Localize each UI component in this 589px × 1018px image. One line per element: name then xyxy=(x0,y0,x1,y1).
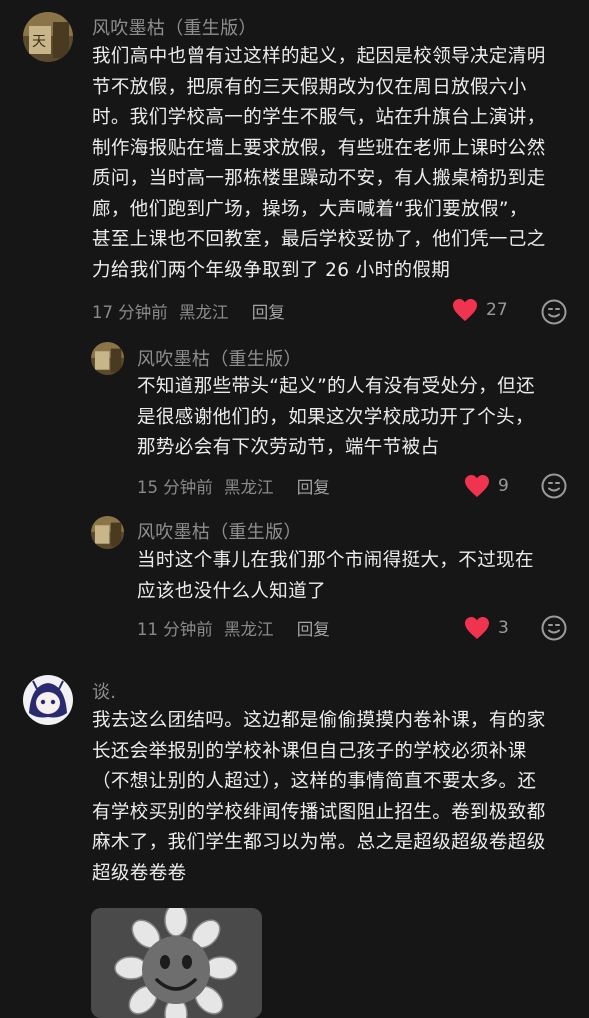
comment-line: 应该也没什么人知道了 xyxy=(137,580,327,602)
avatar[interactable] xyxy=(23,675,73,725)
username[interactable]: 谈. xyxy=(92,678,116,704)
comment-text: 我去这么团结吗。这边都是偷偷摸摸内卷补课，有的家 长还会举报别的学校补课但自己孩… xyxy=(92,706,546,889)
location: 黑龙江 xyxy=(224,478,274,497)
comment-line: 时。我们学校高一的学生不服气，站在升旗台上演讲， xyxy=(92,107,546,128)
heart-icon xyxy=(453,299,477,321)
emoji-reaction-button[interactable] xyxy=(541,615,567,641)
comment-line: 是很感谢他们的，如果这次学校成功开了个头， xyxy=(137,406,534,428)
comment-line: 力给我们两个年级争取到了 26 小时的假期 xyxy=(92,259,451,281)
like-count: 27 xyxy=(486,300,508,320)
comment-line: 质问，当时高一那栋楼里躁动不安，有人搬桌椅扔到走 xyxy=(92,168,546,189)
emoji-reaction-icon xyxy=(541,615,567,641)
location: 黑龙江 xyxy=(224,620,274,639)
reply-button[interactable]: 回复 xyxy=(297,478,330,497)
timestamp: 17 分钟前 xyxy=(92,303,168,322)
emoji-reaction-icon xyxy=(541,299,567,325)
heart-icon xyxy=(465,617,489,639)
comment-meta: 17 分钟前 黑龙江 回复 xyxy=(92,299,291,323)
comment-line: 廊，他们跑到广场，操场，大声喊着“我们要放假”， xyxy=(92,198,528,220)
comment-line: 长还会举报别的学校补课但自己孩子的学校必须补课 xyxy=(92,740,527,762)
comment-line: 当时这个事儿在我们那个市闹得挺大，不过现在 xyxy=(137,550,534,571)
reply-button[interactable]: 回复 xyxy=(297,620,330,639)
location: 黑龙江 xyxy=(179,303,229,322)
avatar[interactable] xyxy=(91,516,124,549)
avatar[interactable]: 天 xyxy=(23,12,73,62)
comment-line: 有学校买别的学校绯闻传播试图阻止招生。卷到极致都 xyxy=(92,801,546,823)
username[interactable]: 风吹墨枯（重生版） xyxy=(92,14,257,40)
timestamp: 11 分钟前 xyxy=(137,620,213,639)
comment-text: 我们高中也曾有过这样的起义，起因是校领导决定清明 节不放假，把原有的三天假期改为… xyxy=(92,42,546,286)
like-count: 3 xyxy=(498,618,509,638)
like-button[interactable]: 9 xyxy=(464,474,509,498)
comment-text: 当时这个事儿在我们那个市闹得挺大，不过现在 应该也没什么人知道了 xyxy=(137,546,534,607)
heart-icon xyxy=(465,475,489,497)
comment-line: 麻木了，我们学生都习以为常。总之是超级超级卷超级 xyxy=(92,832,546,853)
comment-line: 超级卷卷卷 xyxy=(92,862,187,884)
comment-line: 我去这么团结吗。这边都是偷偷摸摸内卷补课，有的家 xyxy=(92,710,546,731)
like-button[interactable]: 27 xyxy=(452,298,508,322)
username[interactable]: 风吹墨枯（重生版） xyxy=(137,345,302,371)
comment-image[interactable] xyxy=(91,908,262,1018)
comment-meta: 11 分钟前 黑龙江 回复 xyxy=(137,616,336,640)
like-button[interactable]: 3 xyxy=(464,616,509,640)
emoji-reaction-button[interactable] xyxy=(541,299,567,325)
emoji-reaction-button[interactable] xyxy=(541,473,567,499)
emoji-reaction-icon xyxy=(541,473,567,499)
comment-meta: 15 分钟前 黑龙江 回复 xyxy=(137,474,336,498)
avatar[interactable] xyxy=(91,342,124,375)
comment-line: （不想让别的人超过），这样的事情简直不要太多。还 xyxy=(92,771,537,792)
comment-line: 不知道那些带头“起义”的人有没有受处分，但还 xyxy=(137,376,535,397)
comment-text: 不知道那些带头“起义”的人有没有受处分，但还 是很感谢他们的，如果这次学校成功开… xyxy=(137,372,535,464)
svg-text:天: 天 xyxy=(32,34,46,50)
comment-line: 那势必会有下次劳动节，端午节被占 xyxy=(137,437,440,458)
username[interactable]: 风吹墨枯（重生版） xyxy=(137,518,302,544)
timestamp: 15 分钟前 xyxy=(137,478,213,497)
like-count: 9 xyxy=(498,476,509,496)
comment-line: 制作海报贴在墙上要求放假，有些班在老师上课时公然 xyxy=(92,137,546,159)
reply-button[interactable]: 回复 xyxy=(252,303,285,322)
comment-line: 我们高中也曾有过这样的起义，起因是校领导决定清明 xyxy=(92,46,546,67)
comment-line: 节不放假，把原有的三天假期改为仅在周日放假六小 xyxy=(92,76,527,98)
comment-line: 甚至上课也不回教室，最后学校妥协了，他们凭一己之 xyxy=(92,229,546,250)
